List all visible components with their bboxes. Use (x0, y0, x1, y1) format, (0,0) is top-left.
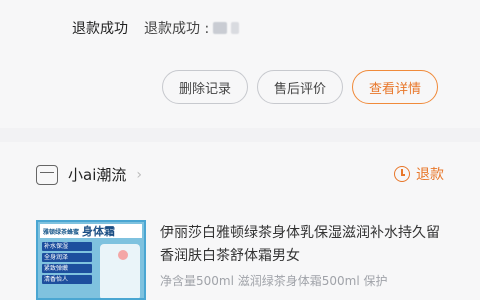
product-title[interactable]: 伊丽莎白雅顿绿茶身体乳保湿滋润补水持久留香润肤白茶舒体霜男女 (160, 222, 450, 268)
clock-icon (394, 166, 410, 182)
product-bottle-image (100, 244, 140, 298)
status-label: 退款成功 (72, 21, 128, 37)
thumbnail-feature: 清香怡人 (42, 275, 92, 284)
redacted-amount (213, 22, 228, 34)
shop-header[interactable]: 小ai潮流 › (36, 164, 142, 185)
redacted-amount-tail (231, 22, 240, 34)
shop-icon (36, 164, 58, 185)
thumbnail-feature-list: 补水保湿 全身润泽 紧致弹嫩 清香怡人 (42, 242, 92, 284)
thumbnail-header: 雅顿绿茶蜂蜜 身体霜 (40, 224, 142, 238)
thumbnail-feature: 全身润泽 (42, 253, 92, 262)
status-row: 退款成功 退款成功 : (72, 18, 240, 38)
chevron-right-icon: › (136, 166, 142, 183)
thumbnail-feature: 紧致弹嫩 (42, 264, 92, 273)
refund-tag-label: 退款 (416, 167, 444, 183)
delete-record-button[interactable]: 删除记录 (161, 70, 248, 104)
shop-order-card: 小ai潮流 › 退款 雅顿绿茶蜂蜜 身体霜 补水保湿 全身润泽 紧致弹嫩 清香怡… (0, 142, 480, 300)
order-status-card: 退款成功 退款成功 : 删除记录 售后评价 查看详情 (0, 0, 480, 128)
status-detail-text: 退款成功 : (144, 21, 210, 37)
thumbnail-headline: 身体霜 (82, 225, 116, 238)
view-details-button[interactable]: 查看详情 (351, 70, 438, 104)
order-page: 退款成功 退款成功 : 删除记录 售后评价 查看详情 小ai潮流 › 退款 雅顿… (0, 0, 480, 300)
bottle-cap (118, 250, 128, 260)
refund-status-tag: 退款 (394, 164, 444, 184)
product-thumbnail[interactable]: 雅顿绿茶蜂蜜 身体霜 补水保湿 全身润泽 紧致弹嫩 清香怡人 (36, 220, 146, 300)
after-sale-review-button[interactable]: 售后评价 (256, 70, 343, 104)
thumbnail-brand: 雅顿绿茶蜂蜜 (43, 228, 80, 236)
shop-name[interactable]: 小ai潮流 (68, 164, 126, 185)
thumbnail-feature: 补水保湿 (42, 242, 92, 251)
status-detail: 退款成功 : (144, 18, 240, 38)
product-spec: 净含量500ml 滋润绿茶身体霜500ml 保护 (160, 274, 388, 288)
action-buttons: 删除记录 售后评价 查看详情 (161, 70, 438, 104)
